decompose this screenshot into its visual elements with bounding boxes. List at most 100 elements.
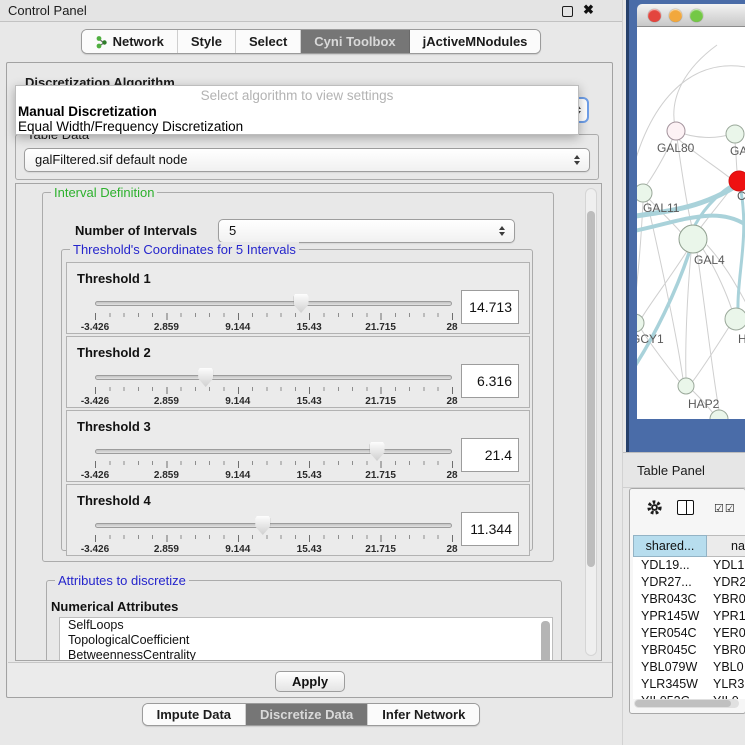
slider-thumb[interactable] — [294, 294, 309, 313]
threshold-value-field[interactable]: 6.316 — [461, 364, 519, 398]
threshold-slider[interactable]: -3.4262.8599.14415.4321.71528 — [95, 367, 452, 409]
tab-discretize-data[interactable]: Discretize Data — [246, 704, 368, 725]
network-edge[interactable] — [645, 131, 676, 187]
tab-cyni-toolbox[interactable]: Cyni Toolbox — [301, 30, 409, 53]
node-label: HAP2 — [688, 397, 720, 411]
table-hscrollbar-thumb[interactable] — [635, 700, 731, 707]
tick-label: 28 — [446, 396, 457, 407]
table-row[interactable]: YPR145WYPR1 — [633, 608, 745, 625]
dropdown-prompt: Select algorithm to view settings — [16, 88, 578, 104]
table-row[interactable]: YER054CYER0 — [633, 625, 745, 642]
tab-style[interactable]: Style — [178, 30, 236, 53]
table-row[interactable]: YBL079WYBL0 — [633, 659, 745, 676]
network-canvas[interactable]: GAL80GACGAL11GAL4GCY1HHAP2 — [637, 27, 745, 419]
numerical-attributes-list[interactable]: SelfLoopsTopologicalCoefficientBetweenne… — [59, 617, 553, 661]
attribute-list-item[interactable]: SelfLoops — [60, 618, 552, 633]
network-node-node-red[interactable] — [729, 171, 745, 191]
control-panel-titlebar: Control Panel ✖ — [0, 0, 622, 22]
node-label: GAL80 — [657, 141, 695, 155]
tab-impute-data[interactable]: Impute Data — [143, 704, 246, 725]
network-node-node-h[interactable] — [725, 308, 745, 330]
network-node-GAL4[interactable] — [679, 225, 707, 253]
node-label: C — [737, 189, 745, 203]
tick-label: 15.43 — [297, 544, 322, 555]
settings-scrollbar-thumb[interactable] — [587, 211, 595, 567]
apply-button[interactable]: Apply — [275, 671, 345, 692]
column-header-name[interactable]: na — [707, 535, 745, 557]
slider-track[interactable] — [95, 523, 452, 528]
slider-track[interactable] — [95, 449, 452, 454]
column-header-shared-name[interactable]: shared... — [633, 535, 707, 557]
split-columns-icon[interactable] — [677, 500, 694, 515]
slider-thumb[interactable] — [198, 368, 213, 387]
tab-infer-network[interactable]: Infer Network — [368, 704, 479, 725]
minimize-window-button[interactable] — [669, 9, 682, 22]
dropdown-option-equal-width[interactable]: Equal Width/Frequency Discretization — [16, 119, 578, 134]
table-row[interactable]: YBR043CYBR0 — [633, 591, 745, 608]
zoom-window-button[interactable] — [690, 9, 703, 22]
threshold-row: Threshold 4 -3.4262.8599.14415.4321.7152… — [66, 484, 530, 556]
select-columns-icon[interactable]: ☑☑ — [714, 502, 736, 515]
node-label: GAL11 — [643, 201, 680, 215]
slider-thumb[interactable] — [370, 442, 385, 461]
threshold-row: Threshold 3 -3.4262.8599.14415.4321.7152… — [66, 410, 530, 482]
threshold-stack: Threshold 1 -3.4262.8599.14415.4321.7152… — [66, 262, 530, 558]
tick-label: 28 — [446, 470, 457, 481]
network-edge[interactable] — [693, 327, 729, 381]
attribute-list-item[interactable]: BetweennessCentrality — [60, 648, 552, 661]
network-edge[interactable] — [637, 66, 745, 177]
dropdown-option-manual[interactable]: Manual Discretization — [16, 104, 578, 119]
network-node-HAP2[interactable] — [678, 378, 694, 394]
close-icon[interactable]: ✖ — [583, 2, 594, 18]
threshold-value-field[interactable]: 21.4 — [461, 438, 519, 472]
slider-track[interactable] — [95, 301, 452, 306]
network-window-titlebar[interactable] — [637, 4, 745, 27]
table-row[interactable]: YBR045CYBR0 — [633, 642, 745, 659]
network-node-GAL11[interactable] — [637, 184, 652, 202]
threshold-slider[interactable]: -3.4262.8599.14415.4321.71528 — [95, 293, 452, 335]
network-svg: GAL80GACGAL11GAL4GCY1HHAP2 — [637, 27, 745, 419]
tick-label: 2.859 — [154, 470, 179, 481]
threshold-value-field[interactable]: 11.344 — [461, 512, 519, 546]
interval-definition-title: Interval Definition — [51, 185, 157, 200]
network-edge[interactable] — [641, 251, 687, 319]
network-node-node-bottom[interactable] — [710, 410, 728, 419]
table-panel-title: Table Panel — [637, 453, 705, 488]
table-data-combo[interactable]: galFiltered.sif default node — [24, 148, 590, 172]
threshold-slider[interactable]: -3.4262.8599.14415.4321.71528 — [95, 515, 452, 557]
tick-label: 15.43 — [297, 396, 322, 407]
close-window-button[interactable] — [648, 9, 661, 22]
list-scrollbar[interactable] — [541, 621, 550, 661]
table-row[interactable]: YDR27...YDR2 — [633, 574, 745, 591]
tick-label: 28 — [446, 322, 457, 333]
table-row[interactable]: YLR345WYLR3 — [633, 676, 745, 693]
threshold-value-field[interactable]: 14.713 — [461, 290, 519, 324]
slider-thumb[interactable] — [255, 516, 270, 535]
network-edge[interactable] — [738, 191, 744, 309]
cell-shared-name: YBR043C — [633, 591, 707, 608]
gear-icon[interactable] — [646, 499, 663, 521]
settings-scrollbar[interactable] — [585, 188, 597, 656]
tab-network[interactable]: Network — [82, 30, 178, 53]
combo-arrows-icon — [499, 226, 505, 236]
table-row[interactable]: YDL19...YDL1 — [633, 557, 745, 574]
network-edge[interactable] — [686, 253, 691, 378]
network-edge[interactable] — [674, 45, 717, 131]
node-label: H — [738, 332, 745, 346]
network-node-GAL80[interactable] — [667, 122, 685, 140]
number-of-intervals-combo[interactable]: 5 — [218, 219, 515, 243]
network-edge[interactable] — [697, 252, 719, 410]
float-window-icon[interactable] — [562, 6, 573, 17]
table-hscrollbar[interactable] — [634, 699, 739, 708]
cell-name: YDR2 — [707, 574, 745, 591]
tab-label: jActiveMNodules — [423, 30, 528, 53]
network-node-node-topright[interactable] — [726, 125, 744, 143]
numerical-attributes-heading: Numerical Attributes — [51, 599, 178, 614]
tab-jactivemnodules[interactable]: jActiveMNodules — [410, 30, 541, 53]
attribute-list-item[interactable]: TopologicalCoefficient — [60, 633, 552, 648]
threshold-slider[interactable]: -3.4262.8599.14415.4321.71528 — [95, 441, 452, 483]
algorithm-dropdown-popup: Select algorithm to view settings Manual… — [15, 85, 579, 135]
network-edge[interactable] — [637, 202, 643, 317]
tab-select[interactable]: Select — [236, 30, 301, 53]
slider-track[interactable] — [95, 375, 452, 380]
